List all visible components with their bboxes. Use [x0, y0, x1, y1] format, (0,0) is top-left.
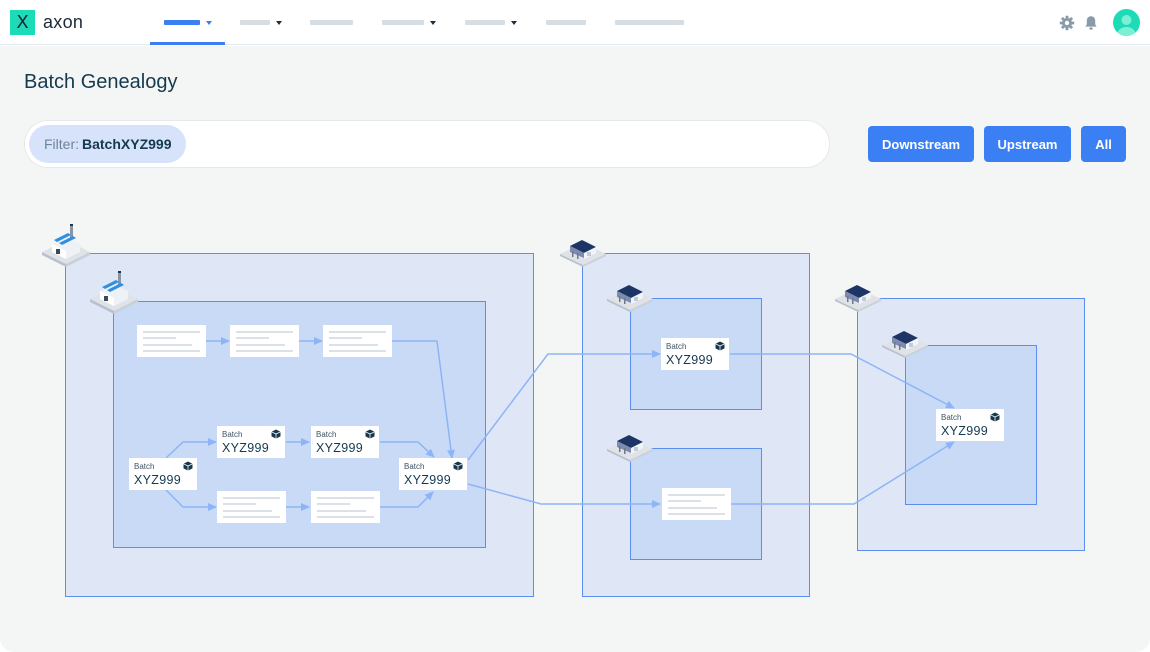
- nav-label-placeholder: [310, 20, 353, 25]
- batch-node-id: XYZ999: [666, 353, 713, 367]
- warehouse-icon[interactable]: [558, 234, 608, 268]
- batch-node-label: Batch: [316, 430, 337, 439]
- placeholder-text-line: [329, 331, 386, 333]
- batch-node[interactable]: Batch XYZ999: [217, 426, 285, 458]
- placeholder-text-line: [329, 337, 362, 339]
- batch-node[interactable]: Batch XYZ999: [129, 458, 197, 490]
- filter-value: BatchXYZ999: [82, 136, 172, 152]
- placeholder-text-line: [236, 350, 293, 352]
- factory-icon[interactable]: [88, 269, 140, 315]
- nav-item-1[interactable]: [164, 0, 212, 45]
- placeholder-node[interactable]: [311, 491, 380, 523]
- nav-label-placeholder: [240, 20, 270, 25]
- placeholder-text-line: [668, 507, 717, 509]
- chevron-down-icon: [276, 20, 282, 25]
- downstream-button[interactable]: Downstream: [868, 126, 974, 162]
- batch-node[interactable]: Batch XYZ999: [399, 458, 467, 490]
- nav-label-placeholder: [382, 20, 424, 25]
- nav-label-placeholder: [546, 20, 586, 25]
- placeholder-node[interactable]: [230, 325, 299, 357]
- batch-node-id: XYZ999: [222, 441, 269, 455]
- top-navigation-bar: X axon: [0, 0, 1150, 45]
- batch-node-label: Batch: [666, 342, 687, 351]
- warehouse-icon[interactable]: [605, 429, 655, 463]
- top-right-controls: [1057, 9, 1140, 36]
- package-icon: [453, 461, 463, 471]
- package-icon: [990, 412, 1000, 422]
- placeholder-node[interactable]: [662, 488, 731, 520]
- batch-node[interactable]: Batch XYZ999: [936, 409, 1004, 441]
- placeholder-text-line: [236, 337, 269, 339]
- filter-chip[interactable]: Filter: BatchXYZ999: [29, 125, 187, 163]
- placeholder-node[interactable]: [217, 491, 286, 523]
- user-avatar[interactable]: [1113, 9, 1140, 36]
- chevron-down-icon: [206, 20, 212, 25]
- placeholder-text-line: [236, 331, 293, 333]
- page-title: Batch Genealogy: [24, 71, 178, 93]
- warehouse-icon[interactable]: [880, 325, 930, 359]
- placeholder-node[interactable]: [137, 325, 206, 357]
- package-icon: [183, 461, 193, 471]
- placeholder-text-line: [317, 510, 366, 512]
- nav-item-3[interactable]: [310, 0, 353, 45]
- package-icon: [271, 429, 281, 439]
- batch-node-id: XYZ999: [941, 424, 988, 438]
- placeholder-text-line: [236, 344, 285, 346]
- nav-label-placeholder: [164, 20, 200, 25]
- logo-mark-icon: X: [10, 10, 35, 35]
- filter-bar[interactable]: Filter: BatchXYZ999: [24, 120, 830, 168]
- upstream-button[interactable]: Upstream: [984, 126, 1071, 162]
- nav-item-6[interactable]: [546, 0, 586, 45]
- placeholder-text-line: [143, 344, 192, 346]
- batch-node-id: XYZ999: [134, 473, 181, 487]
- all-button[interactable]: All: [1081, 126, 1126, 162]
- user-icon: [1117, 15, 1136, 36]
- placeholder-text-line: [223, 516, 280, 518]
- placeholder-text-line: [223, 510, 272, 512]
- factory-icon[interactable]: [40, 222, 92, 268]
- gear-icon[interactable]: [1057, 13, 1077, 33]
- batch-node[interactable]: Batch XYZ999: [661, 338, 729, 370]
- placeholder-text-line: [668, 494, 725, 496]
- placeholder-text-line: [317, 516, 374, 518]
- placeholder-text-line: [143, 350, 200, 352]
- placeholder-text-line: [668, 513, 725, 515]
- nav-label-placeholder: [615, 20, 684, 25]
- placeholder-text-line: [223, 503, 256, 505]
- warehouse-icon[interactable]: [833, 279, 883, 313]
- batch-node-id: XYZ999: [404, 473, 451, 487]
- chevron-down-icon: [511, 20, 517, 25]
- placeholder-text-line: [223, 497, 280, 499]
- placeholder-text-line: [668, 500, 701, 502]
- nav-item-7[interactable]: [615, 0, 684, 45]
- active-nav-indicator: [150, 42, 225, 45]
- placeholder-text-line: [143, 331, 200, 333]
- placeholder-text-line: [143, 337, 176, 339]
- batch-node-label: Batch: [404, 462, 425, 471]
- batch-node-id: XYZ999: [316, 441, 363, 455]
- placeholder-text-line: [329, 350, 386, 352]
- nav-label-placeholder: [465, 20, 505, 25]
- placeholder-text-line: [317, 497, 374, 499]
- bell-icon[interactable]: [1081, 13, 1101, 33]
- batch-node-label: Batch: [941, 413, 962, 422]
- nav-item-2[interactable]: [240, 0, 282, 45]
- package-icon: [365, 429, 375, 439]
- app-name: axon: [43, 12, 84, 32]
- batch-node[interactable]: Batch XYZ999: [311, 426, 379, 458]
- package-icon: [715, 341, 725, 351]
- placeholder-node[interactable]: [323, 325, 392, 357]
- chevron-down-icon: [430, 20, 436, 25]
- batch-node-label: Batch: [134, 462, 155, 471]
- app-logo[interactable]: X axon: [10, 10, 83, 35]
- batch-node-label: Batch: [222, 430, 243, 439]
- filter-label: Filter:: [44, 136, 79, 152]
- placeholder-text-line: [329, 344, 378, 346]
- nav-item-5[interactable]: [465, 0, 517, 45]
- warehouse-icon[interactable]: [605, 279, 655, 313]
- nav-item-4[interactable]: [382, 0, 436, 45]
- placeholder-text-line: [317, 503, 350, 505]
